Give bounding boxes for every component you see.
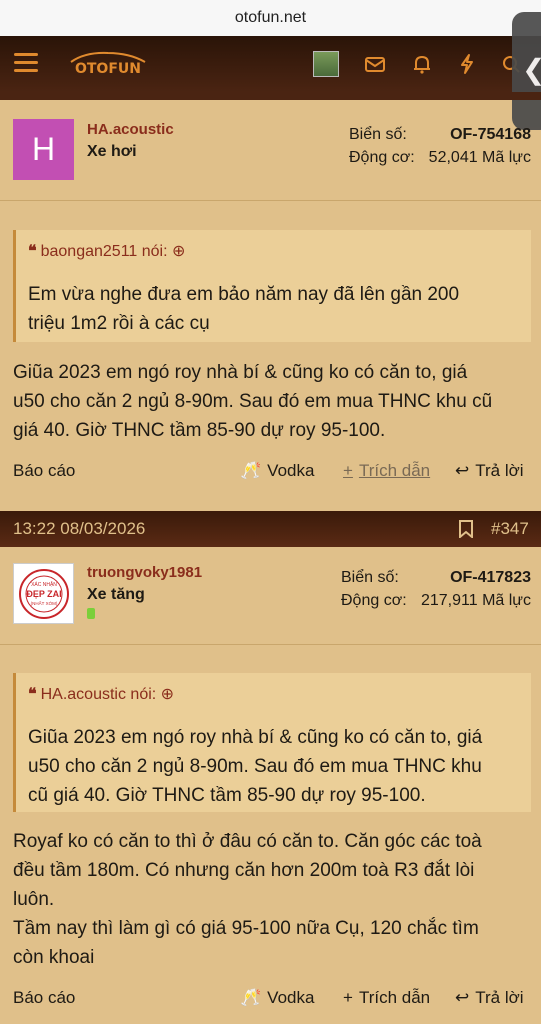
quote-icon: ❝: [28, 686, 37, 703]
quote-block: ❝ baongan2511 nói: ⊕ Em vừa nghe đưa em b…: [13, 230, 531, 342]
reply-button[interactable]: ↩ Trả lời: [455, 461, 524, 481]
reply-icon: ↩: [455, 461, 470, 480]
online-indicator: [87, 608, 95, 619]
url-text: otofun.net: [234, 9, 307, 26]
bolt-icon[interactable]: [456, 53, 478, 75]
engine-label: Động cơ:: [349, 149, 415, 166]
reply-button[interactable]: ↩ Trả lời: [455, 988, 524, 1008]
post-number[interactable]: #347: [491, 511, 529, 547]
post-timestamp[interactable]: 13:22 08/03/2026: [13, 511, 145, 547]
quote-button[interactable]: + Trích dẫn: [343, 988, 430, 1008]
username[interactable]: HA.acoustic: [87, 121, 174, 138]
url-bar[interactable]: otofun.net: [0, 0, 541, 36]
user-title: Xe hơi: [87, 143, 137, 160]
username[interactable]: truongvoky1981: [87, 564, 202, 581]
arrow-up-circle-icon: ⊕: [160, 686, 175, 703]
report-button[interactable]: Báo cáo: [13, 461, 75, 481]
divider: [0, 644, 541, 645]
plate-label: Biển số:: [341, 569, 399, 586]
svg-text:XÁC NHẬN: XÁC NHẬN: [31, 581, 57, 588]
plate-label: Biển số:: [349, 126, 407, 143]
bookmark-icon[interactable]: [458, 520, 474, 538]
post-separator: [0, 503, 541, 511]
side-panel-handle[interactable]: ❮: [512, 12, 541, 130]
mail-icon[interactable]: [364, 53, 386, 75]
post-message: Royaf ko có căn to thì ở đâu có căn to. …: [13, 831, 482, 968]
bell-icon[interactable]: [411, 53, 433, 75]
post-message: Giũa 2023 em ngó roy nhà bí & cũng ko có…: [13, 362, 493, 441]
quote-block: ❝ HA.acoustic nói: ⊕ Giũa 2023 em ngó roy…: [13, 673, 531, 812]
quote-author: baongan2511 nói:: [40, 243, 168, 260]
cheers-icon: 🥂: [240, 461, 262, 480]
top-nav: OTOFUN: [0, 36, 541, 92]
plate-value: OF-417823: [450, 569, 531, 586]
engine-label: Động cơ:: [341, 592, 407, 609]
chevron-left-icon: ❮: [522, 56, 541, 84]
quote-text: Giũa 2023 em ngó roy nhà bí & cũng ko có…: [28, 727, 483, 806]
quote-author: HA.acoustic nói:: [40, 686, 157, 703]
report-button[interactable]: Báo cáo: [13, 988, 75, 1008]
cheers-icon: 🥂: [240, 988, 262, 1007]
like-button[interactable]: 🥂 Vodka: [240, 988, 314, 1008]
divider: [0, 200, 541, 201]
plate-value: OF-754168: [450, 126, 531, 143]
quote-icon: ❝: [28, 243, 37, 260]
avatar[interactable]: [313, 51, 339, 77]
stamp-avatar: XÁC NHẬN ĐẸP ZAI (NHẤT XÓM): [19, 569, 69, 619]
otofun-logo[interactable]: OTOFUN: [63, 50, 153, 78]
quote-button[interactable]: + Trích dẫn: [343, 461, 430, 481]
menu-icon[interactable]: [14, 53, 38, 73]
logo-text: OTOFUN: [75, 61, 141, 77]
quote-author-line[interactable]: ❝ HA.acoustic nói: ⊕: [28, 684, 174, 704]
quote-text: Em vừa nghe đưa em bảo năm nay đã lên gầ…: [28, 284, 460, 334]
avatar[interactable]: H: [13, 119, 74, 180]
quote-author-line[interactable]: ❝ baongan2511 nói: ⊕: [28, 241, 185, 261]
post-header: 13:22 08/03/2026 #347: [0, 511, 541, 547]
svg-text:(NHẤT XÓM): (NHẤT XÓM): [31, 600, 58, 606]
reply-icon: ↩: [455, 988, 470, 1007]
engine-value: 217,911 Mã lực: [420, 592, 531, 609]
svg-text:ĐẸP ZAI: ĐẸP ZAI: [26, 589, 61, 599]
post-header-partial: [0, 92, 541, 100]
engine-value: 52,041 Mã lực: [428, 149, 531, 166]
arrow-up-circle-icon: ⊕: [172, 243, 186, 260]
user-title: Xe tăng: [87, 586, 145, 603]
like-button[interactable]: 🥂 Vodka: [240, 461, 314, 481]
avatar[interactable]: XÁC NHẬN ĐẸP ZAI (NHẤT XÓM): [13, 563, 74, 624]
